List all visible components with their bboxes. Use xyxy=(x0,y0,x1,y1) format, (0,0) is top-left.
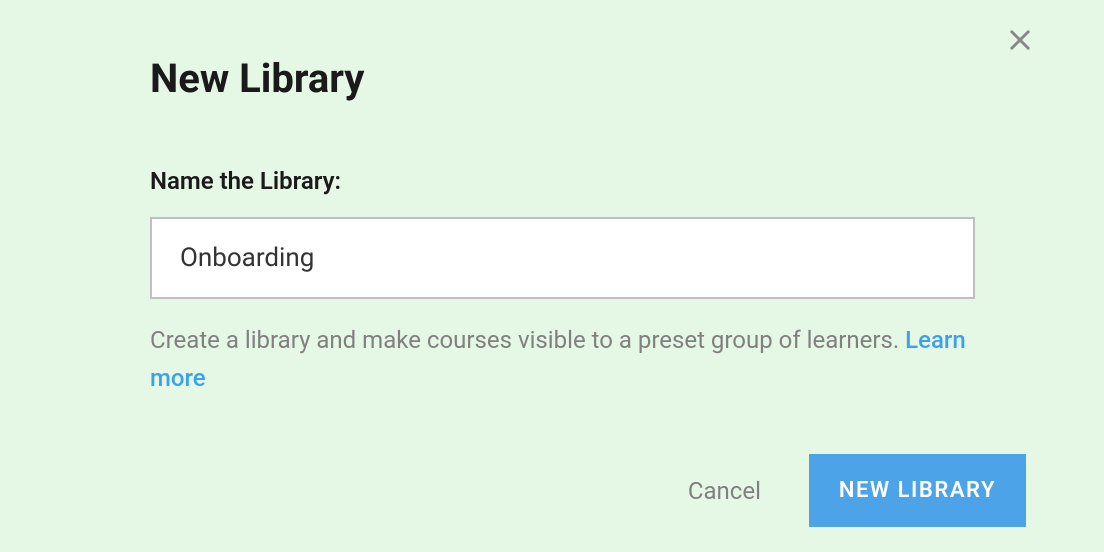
dialog-actions: Cancel NEW LIBRARY xyxy=(688,454,1026,527)
library-name-input[interactable] xyxy=(150,217,975,299)
new-library-dialog: New Library Name the Library: Create a l… xyxy=(0,0,1104,398)
close-icon xyxy=(1006,26,1034,54)
new-library-button[interactable]: NEW LIBRARY xyxy=(809,454,1026,527)
dialog-title: New Library xyxy=(150,55,954,102)
library-name-label: Name the Library: xyxy=(150,167,954,195)
helper-text: Create a library and make courses visibl… xyxy=(150,321,975,398)
helper-text-content: Create a library and make courses visibl… xyxy=(150,326,905,354)
cancel-button[interactable]: Cancel xyxy=(688,477,761,505)
close-button[interactable] xyxy=(1004,24,1036,56)
